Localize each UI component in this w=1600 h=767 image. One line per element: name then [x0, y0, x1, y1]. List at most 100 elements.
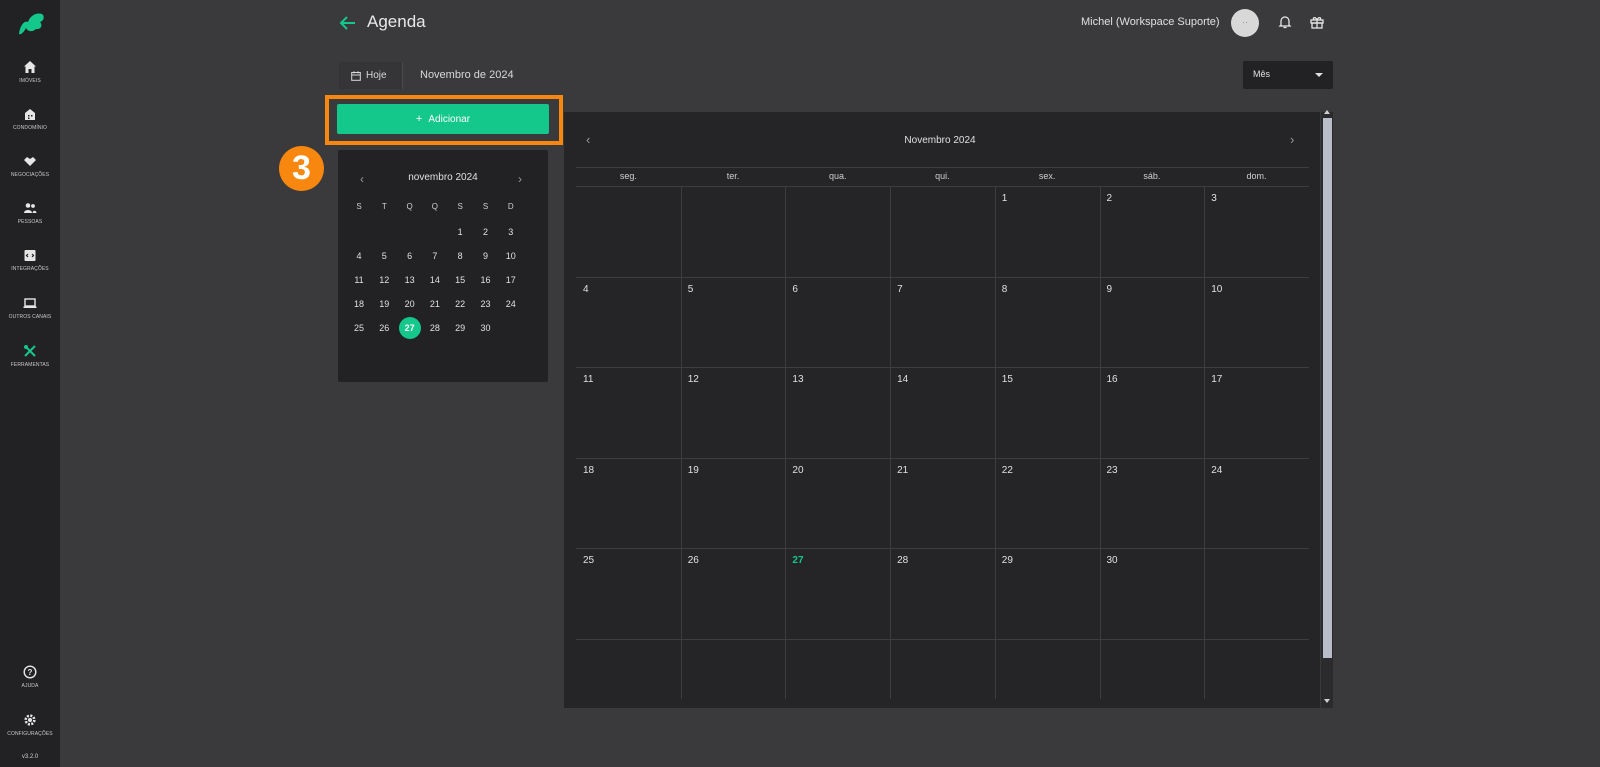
logo-icon[interactable] — [16, 10, 46, 36]
mini-day[interactable]: 28 — [424, 317, 446, 339]
add-button-label: Adicionar — [428, 113, 471, 125]
gear-icon — [24, 714, 36, 726]
sidebar-item-pessoas[interactable]: PESSOAS — [0, 197, 60, 241]
day-cell[interactable]: 21 — [897, 465, 908, 476]
day-cell[interactable]: 28 — [897, 555, 908, 566]
step-badge: 3 — [279, 146, 324, 191]
day-cell[interactable]: 6 — [792, 284, 798, 295]
mini-weekday: Q — [406, 202, 413, 211]
mini-day[interactable]: 9 — [475, 245, 497, 267]
day-cell[interactable]: 16 — [1107, 374, 1118, 385]
grid-line — [576, 367, 1309, 368]
handshake-icon — [24, 157, 36, 166]
mini-next-month-icon[interactable]: › — [518, 172, 522, 186]
mini-day[interactable]: 30 — [475, 317, 497, 339]
mini-day[interactable]: 7 — [424, 245, 446, 267]
day-cell[interactable]: 8 — [1002, 284, 1008, 295]
day-cell[interactable]: 13 — [792, 374, 803, 385]
view-select[interactable]: Mês — [1243, 61, 1333, 89]
day-cell[interactable]: 14 — [897, 374, 908, 385]
mini-day[interactable]: 13 — [399, 269, 421, 291]
mini-day[interactable]: 17 — [500, 269, 522, 291]
sidebar-item-label: CONDOMÍNIO — [12, 125, 48, 131]
sidebar-item-integracoes[interactable]: INTEGRAÇÕES — [0, 244, 60, 288]
sidebar-item-label: NEGOCIAÇÕES — [10, 172, 50, 178]
next-month-icon[interactable]: › — [1290, 132, 1294, 147]
day-cell[interactable]: 11 — [583, 374, 593, 385]
day-cell[interactable]: 5 — [688, 284, 694, 295]
mini-weekday: S — [356, 202, 362, 211]
scroll-down-icon[interactable] — [1324, 699, 1330, 703]
day-cell[interactable]: 12 — [688, 374, 699, 385]
mini-day[interactable]: 19 — [373, 293, 395, 315]
day-cell[interactable]: 26 — [688, 555, 699, 566]
day-cell[interactable]: 24 — [1211, 465, 1222, 476]
day-cell[interactable]: 25 — [583, 555, 594, 566]
sidebar-item-outros-canais[interactable]: OUTROS CANAIS — [0, 292, 60, 336]
day-cell[interactable]: 20 — [792, 465, 803, 476]
mini-day[interactable]: 29 — [449, 317, 471, 339]
today-label: Hoje — [366, 70, 387, 81]
mini-day[interactable]: 15 — [449, 269, 471, 291]
mini-day[interactable]: 18 — [348, 293, 370, 315]
day-cell[interactable]: 10 — [1211, 284, 1222, 295]
mini-day[interactable]: 10 — [500, 245, 522, 267]
mini-day[interactable]: 21 — [424, 293, 446, 315]
sidebar-item-imoveis[interactable]: IMÓVEIS — [0, 56, 60, 100]
people-icon — [24, 203, 37, 213]
day-cell[interactable]: 9 — [1107, 284, 1113, 295]
mini-day[interactable]: 6 — [399, 245, 421, 267]
mini-day[interactable]: 16 — [475, 269, 497, 291]
grid-line — [576, 186, 1309, 187]
day-cell-today[interactable]: 27 — [792, 555, 803, 566]
mini-day[interactable]: 12 — [373, 269, 395, 291]
mini-day[interactable]: 26 — [373, 317, 395, 339]
gift-icon[interactable] — [1309, 14, 1325, 30]
sidebar-item-ferramentas[interactable]: FERRAMENTAS — [0, 340, 60, 384]
calendar-scrollbar[interactable] — [1321, 110, 1333, 708]
day-cell[interactable]: 3 — [1211, 193, 1217, 204]
day-cell[interactable]: 30 — [1107, 555, 1118, 566]
mini-day[interactable]: 3 — [500, 221, 522, 243]
home-icon — [24, 61, 36, 73]
settings-button[interactable]: CONFIGURAÇÕES — [0, 709, 60, 753]
day-cell[interactable]: 22 — [1002, 465, 1013, 476]
scroll-up-icon[interactable] — [1324, 110, 1330, 114]
user-name[interactable]: Michel (Workspace Suporte) — [1081, 16, 1220, 28]
day-cell[interactable]: 7 — [897, 284, 903, 295]
mini-day[interactable]: 22 — [449, 293, 471, 315]
mini-day[interactable]: 24 — [500, 293, 522, 315]
mini-day[interactable]: 11 — [348, 269, 370, 291]
day-cell[interactable]: 18 — [583, 465, 594, 476]
today-button[interactable]: Hoje — [339, 62, 403, 89]
mini-day[interactable]: 8 — [449, 245, 471, 267]
day-cell[interactable]: 23 — [1107, 465, 1118, 476]
mini-day[interactable]: 14 — [424, 269, 446, 291]
mini-day-today[interactable]: 27 — [398, 317, 421, 339]
sidebar-item-condominio[interactable]: CONDOMÍNIO — [0, 103, 60, 147]
mini-day[interactable]: 20 — [399, 293, 421, 315]
mini-day[interactable]: 5 — [373, 245, 395, 267]
mini-day[interactable]: 23 — [475, 293, 497, 315]
scroll-thumb[interactable] — [1323, 118, 1332, 658]
day-cell[interactable]: 1 — [1002, 193, 1008, 204]
back-arrow-icon[interactable] — [338, 13, 358, 33]
integration-icon — [24, 250, 36, 261]
bell-icon[interactable] — [1277, 14, 1293, 30]
day-cell[interactable]: 4 — [583, 284, 589, 295]
day-cell[interactable]: 17 — [1211, 374, 1222, 385]
mini-day[interactable]: 1 — [449, 221, 471, 243]
mini-day[interactable]: 25 — [348, 317, 370, 339]
day-cell[interactable]: 15 — [1002, 374, 1013, 385]
day-cell[interactable]: 2 — [1107, 193, 1113, 204]
day-cell[interactable]: 29 — [1002, 555, 1013, 566]
help-button[interactable]: ? AJUDA — [0, 661, 60, 705]
tools-icon — [24, 345, 36, 357]
add-button[interactable]: + Adicionar — [337, 104, 549, 134]
mini-day[interactable]: 4 — [348, 245, 370, 267]
sidebar-item-negociacoes[interactable]: NEGOCIAÇÕES — [0, 150, 60, 194]
day-cell[interactable]: 19 — [688, 465, 699, 476]
svg-text:?: ? — [28, 668, 33, 677]
mini-day[interactable]: 2 — [475, 221, 497, 243]
avatar[interactable]: ·· — [1231, 9, 1259, 37]
